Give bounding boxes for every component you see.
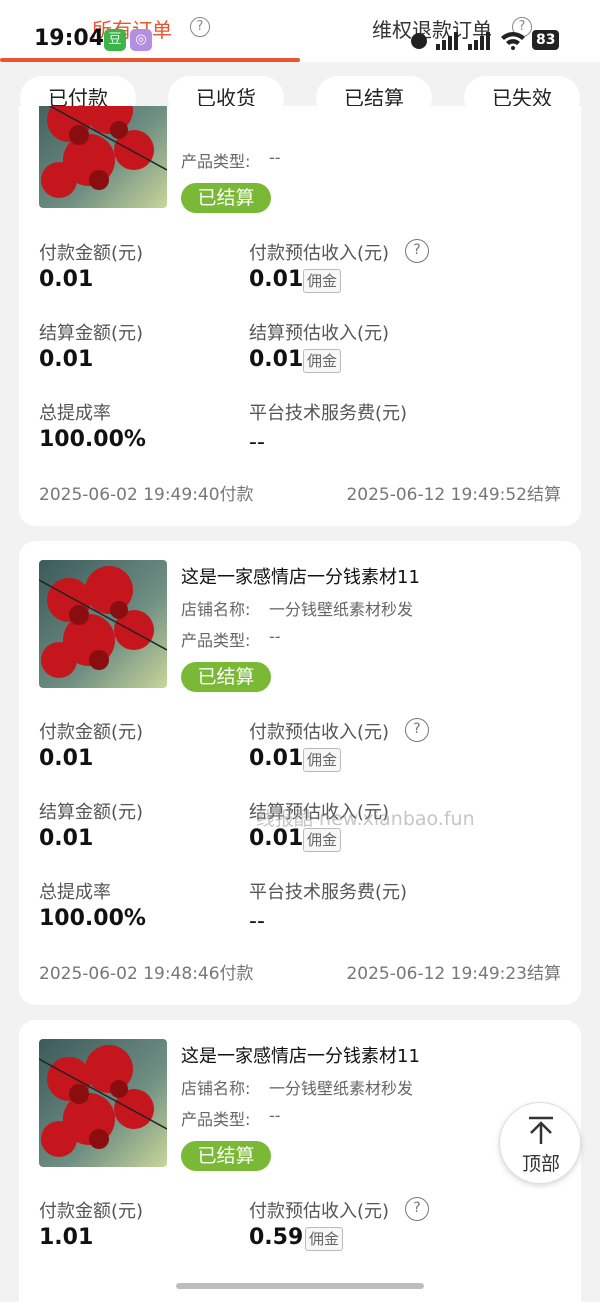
pay-time: 2025-06-02 19:49:40付款 xyxy=(39,485,254,505)
settle-time: 2025-06-12 19:49:52结算 xyxy=(346,485,561,505)
battery-icon: 83 xyxy=(532,30,560,50)
service-fee-value: -- xyxy=(249,430,265,455)
pay-income-value: 0.01 xyxy=(249,267,304,292)
product-title[interactable]: 这是一家感情店一分钱素材11 xyxy=(181,1042,420,1068)
shop-name-label: 店铺名称: xyxy=(181,1079,251,1098)
clock: 19:04 xyxy=(34,26,105,51)
back-to-top-label: 顶部 xyxy=(521,1153,560,1175)
pay-time: 2025-06-02 19:48:46付款 xyxy=(39,964,254,984)
service-fee-label: 平台技术服务费(元) xyxy=(249,882,408,903)
pay-amount-value: 1.01 xyxy=(39,1225,94,1250)
commission-badge: 佣金 xyxy=(303,349,342,373)
commission-badge: 佣金 xyxy=(305,1227,344,1251)
pay-amount-value: 0.01 xyxy=(39,746,94,771)
status-bar: 19:04 豆 ◎ 83 xyxy=(0,22,600,58)
product-type-value: -- xyxy=(269,148,281,167)
product-title[interactable]: 这是一家感情店一分钱素材11 xyxy=(181,563,420,589)
commission-rate-value: 100.00% xyxy=(39,427,146,452)
help-icon[interactable]: ? xyxy=(405,239,429,263)
status-badge: 已结算 xyxy=(181,662,271,692)
status-badge: 已结算 xyxy=(181,183,271,213)
product-thumbnail xyxy=(39,106,167,208)
help-icon[interactable]: ? xyxy=(405,1197,429,1221)
alarm-icon xyxy=(411,33,427,49)
back-to-top-button[interactable]: 顶部 xyxy=(499,1102,581,1184)
commission-rate-value: 100.00% xyxy=(39,906,146,931)
product-type-label: 产品类型: xyxy=(181,631,251,650)
shop-name-value: 一分钱壁纸素材秒发 xyxy=(269,1079,414,1098)
settle-amount-value: 0.01 xyxy=(39,826,94,851)
header: 所有订单 ? 维权退款订单 ? 19:04 豆 ◎ 83 xyxy=(0,0,600,62)
product-type-value: -- xyxy=(269,1106,281,1125)
settle-amount-label: 结算金额(元) xyxy=(39,802,144,823)
app-notification-icon: ◎ xyxy=(130,29,152,51)
settle-income-value: 0.01 xyxy=(249,347,304,372)
pay-income-label: 付款预估收入(元) xyxy=(249,243,390,264)
watermark: 线报酷 new.xianbao.fun xyxy=(256,808,475,830)
commission-rate-label: 总提成率 xyxy=(39,882,111,903)
service-fee-value: -- xyxy=(249,909,265,934)
pay-amount-label: 付款金额(元) xyxy=(39,1201,144,1222)
product-type-label: 产品类型: xyxy=(181,152,251,171)
arrow-up-icon xyxy=(529,1116,553,1144)
pay-amount-label: 付款金额(元) xyxy=(39,243,144,264)
shop-name-label: 店铺名称: xyxy=(181,600,251,619)
settle-amount-label: 结算金额(元) xyxy=(39,323,144,344)
product-thumbnail xyxy=(39,1039,167,1167)
status-badge: 已结算 xyxy=(181,1141,271,1171)
commission-badge: 佣金 xyxy=(303,828,342,852)
commission-badge: 佣金 xyxy=(303,269,342,293)
pay-income-label: 付款预估收入(元) xyxy=(249,1201,390,1222)
app-notification-icon: 豆 xyxy=(104,29,126,51)
pay-income-label: 付款预估收入(元) xyxy=(249,722,390,743)
service-fee-label: 平台技术服务费(元) xyxy=(249,403,408,424)
shop-name-value: 一分钱壁纸素材秒发 xyxy=(269,600,414,619)
settle-income-label: 结算预估收入(元) xyxy=(249,323,390,344)
home-indicator[interactable] xyxy=(176,1283,424,1289)
signal-icon xyxy=(468,32,490,50)
order-card[interactable]: 这是一家感情店一分钱素材11 店铺名称: 一分钱壁纸素材秒发 产品类型: -- … xyxy=(19,541,581,1005)
order-card[interactable]: 产品类型: -- 已结算 付款金额(元) 0.01 付款预估收入(元) ? 0.… xyxy=(19,106,581,526)
pay-income-value: 0.01 xyxy=(249,746,304,771)
settle-time: 2025-06-12 19:49:23结算 xyxy=(346,964,561,984)
product-type-value: -- xyxy=(269,627,281,646)
help-icon[interactable]: ? xyxy=(405,718,429,742)
commission-badge: 佣金 xyxy=(303,748,342,772)
signal-icon xyxy=(436,32,458,50)
order-card[interactable]: 这是一家感情店一分钱素材11 店铺名称: 一分钱壁纸素材秒发 产品类型: -- … xyxy=(19,1020,581,1302)
wifi-icon xyxy=(501,32,525,50)
commission-rate-label: 总提成率 xyxy=(39,403,111,424)
pay-amount-label: 付款金额(元) xyxy=(39,722,144,743)
pay-amount-value: 0.01 xyxy=(39,267,94,292)
settle-amount-value: 0.01 xyxy=(39,347,94,372)
product-type-label: 产品类型: xyxy=(181,1110,251,1129)
product-thumbnail xyxy=(39,560,167,688)
pay-income-value: 0.59 xyxy=(249,1225,304,1250)
